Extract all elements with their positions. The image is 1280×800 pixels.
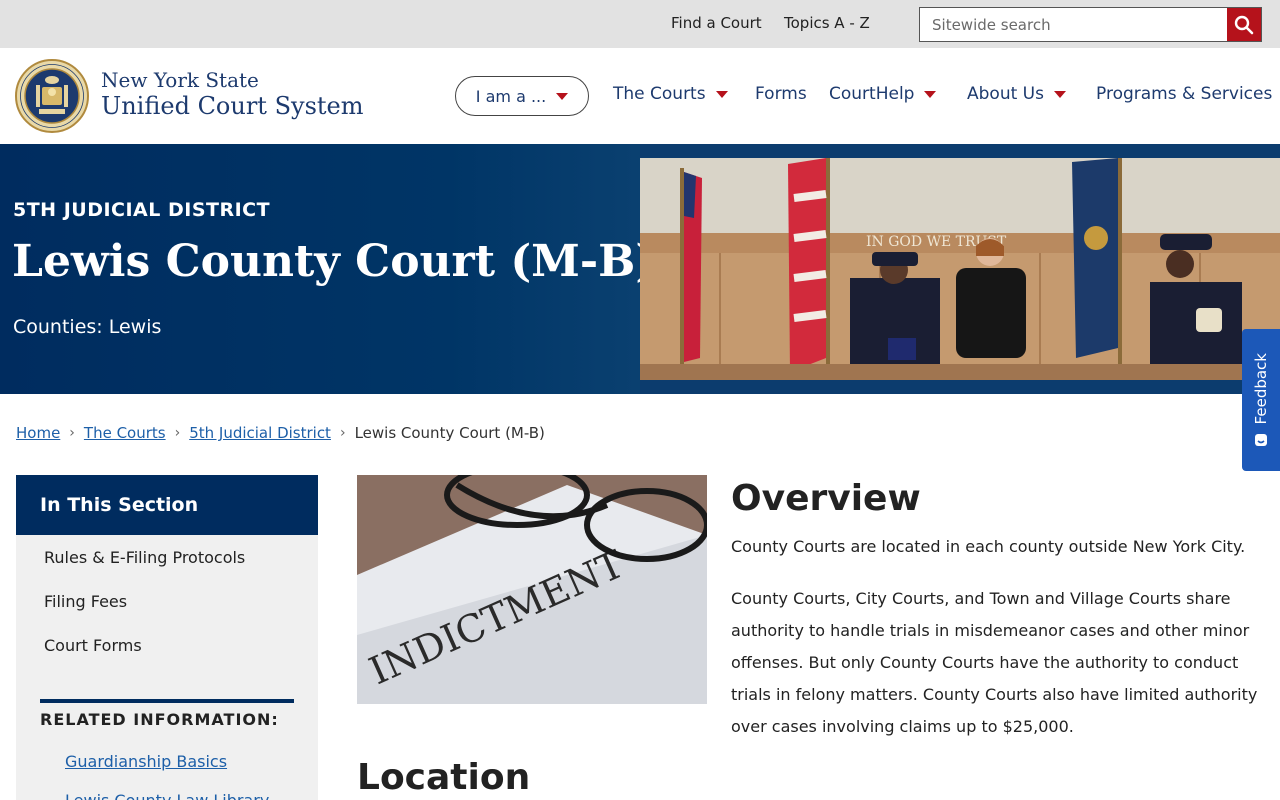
i-am-a-label: I am a ... [475,86,547,106]
nav-the-courts[interactable]: The Courts [613,84,728,104]
chevron-right-icon: › [339,425,346,441]
overview-heading: Overview [731,478,921,519]
breadcrumb-the-courts[interactable]: The Courts [84,424,166,442]
related-link-guardianship-basics[interactable]: Guardianship Basics [65,752,227,771]
nav-about-us[interactable]: About Us [967,84,1066,104]
nav-label: Forms [755,84,807,104]
site-header: New York State Unified Court System I am… [0,48,1280,144]
chevron-down-icon [1053,90,1066,98]
brand-line-2[interactable]: Unified Court System [101,92,364,120]
page-title: Lewis County Court (M-B) [12,236,657,287]
utility-bar: Find a Court Topics A - Z [0,0,1280,48]
breadcrumb-home[interactable]: Home [16,424,60,442]
overview-paragraph-2: County Courts, City Courts, and Town and… [731,589,1258,736]
feedback-label: Feedback [1252,353,1270,425]
chevron-down-icon [715,90,728,98]
hero-photo-courtroom: IN GOD WE TRUST [640,158,1280,380]
search-icon [1234,15,1254,34]
courtroom-illustration: IN GOD WE TRUST [640,158,1280,380]
hero-district: 5TH JUDICIAL DISTRICT [13,199,271,221]
nav-label: CourtHelp [829,84,915,104]
nav-label: Programs & Services [1096,84,1273,104]
chevron-down-icon [556,92,569,100]
related-divider [40,699,294,703]
i-am-a-dropdown[interactable]: I am a ... [455,76,589,116]
breadcrumb-current: Lewis County Court (M-B) [354,424,545,442]
feedback-tab[interactable]: Feedback [1242,329,1280,471]
sitewide-search [919,7,1262,42]
location-heading: Location [357,757,531,798]
overview-paragraph-1: County Courts are located in each county… [731,537,1246,556]
breadcrumb-5th-judicial-district[interactable]: 5th Judicial District [189,424,331,442]
related-link-lewis-county-law-library[interactable]: Lewis County Law Library [65,791,269,800]
indictment-photo: INDICTMENT [357,475,707,704]
indictment-document-illustration: INDICTMENT [357,475,707,704]
search-button[interactable] [1227,8,1261,41]
sidebar-link-rules-efiling[interactable]: Rules & E-Filing Protocols [44,548,245,567]
nav-forms[interactable]: Forms [755,84,807,104]
chevron-right-icon: › [69,425,75,441]
chat-icon [1255,433,1267,446]
nav-label: The Courts [613,84,706,104]
sidebar-link-filing-fees[interactable]: Filing Fees [44,592,127,611]
nav-label: About Us [967,84,1044,104]
section-sidebar: In This Section Rules & E-Filing Protoco… [16,475,318,800]
chevron-right-icon: › [174,425,181,441]
breadcrumb: Home › The Courts › 5th Judicial Distric… [16,424,545,442]
nav-courthelp[interactable]: CourtHelp [829,84,937,104]
chevron-down-icon [924,90,937,98]
brand-line-1[interactable]: New York State [101,68,259,92]
hero-banner: 5TH JUDICIAL DISTRICT Lewis County Court… [0,144,1280,394]
nys-seal-logo[interactable] [15,59,89,133]
related-information-heading: RELATED INFORMATION: [40,710,279,729]
sidebar-link-court-forms[interactable]: Court Forms [44,636,142,655]
search-input[interactable] [920,8,1228,41]
topics-a-z-link[interactable]: Topics A - Z [784,14,870,32]
sidebar-title: In This Section [16,475,318,535]
nav-programs-services[interactable]: Programs & Services [1096,84,1272,104]
hero-counties: Counties: Lewis [13,316,162,338]
find-a-court-link[interactable]: Find a Court [671,14,762,32]
